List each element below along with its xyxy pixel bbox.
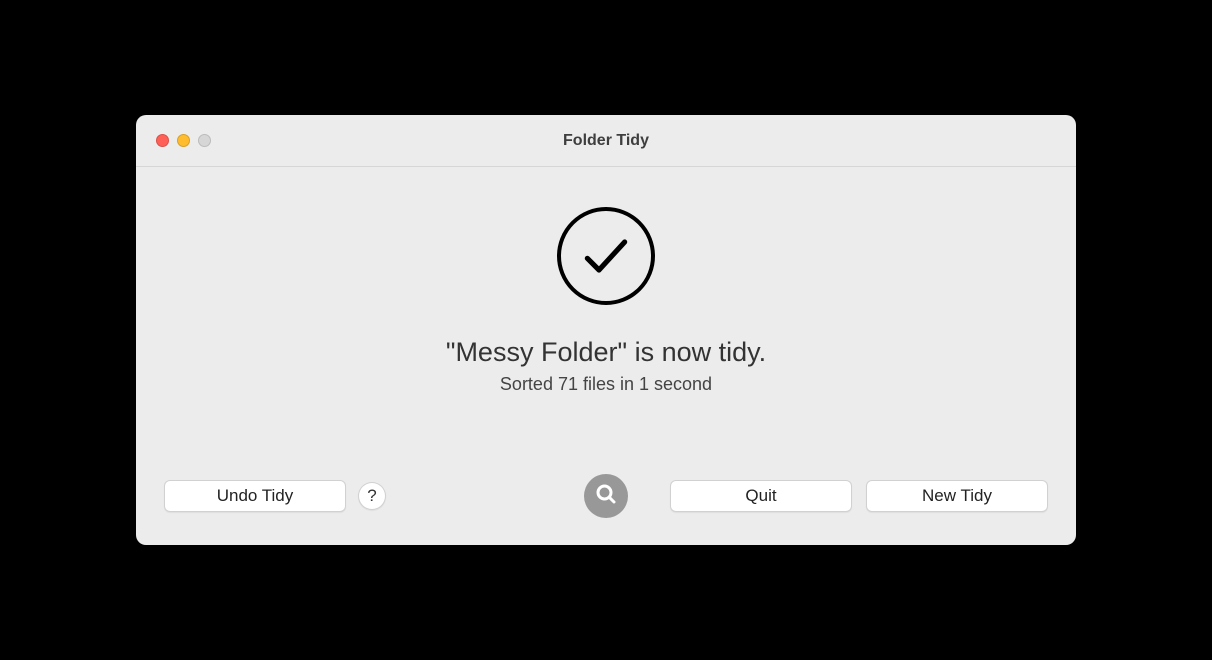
window-title: Folder Tidy [563, 132, 649, 150]
footer-right-group: Quit New Tidy [670, 480, 1048, 512]
close-window-button[interactable] [156, 134, 169, 147]
search-button[interactable] [584, 474, 628, 518]
traffic-lights [156, 134, 211, 147]
status-subline: Sorted 71 files in 1 second [500, 374, 712, 395]
content-area: "Messy Folder" is now tidy. Sorted 71 fi… [136, 167, 1076, 475]
magnifying-glass-icon [594, 482, 618, 511]
new-tidy-button[interactable]: New Tidy [866, 480, 1048, 512]
undo-tidy-button[interactable]: Undo Tidy [164, 480, 346, 512]
app-window: Folder Tidy "Messy Folder" is now tidy. … [136, 115, 1076, 545]
titlebar: Folder Tidy [136, 115, 1076, 167]
footer-left-group: Undo Tidy ? [164, 480, 386, 512]
quit-button[interactable]: Quit [670, 480, 852, 512]
checkmark-icon [557, 207, 655, 305]
maximize-window-button[interactable] [198, 134, 211, 147]
help-button[interactable]: ? [358, 482, 386, 510]
footer-center-group [584, 474, 628, 518]
minimize-window-button[interactable] [177, 134, 190, 147]
footer-bar: Undo Tidy ? Quit New Tidy [136, 475, 1076, 545]
status-headline: "Messy Folder" is now tidy. [446, 337, 766, 368]
